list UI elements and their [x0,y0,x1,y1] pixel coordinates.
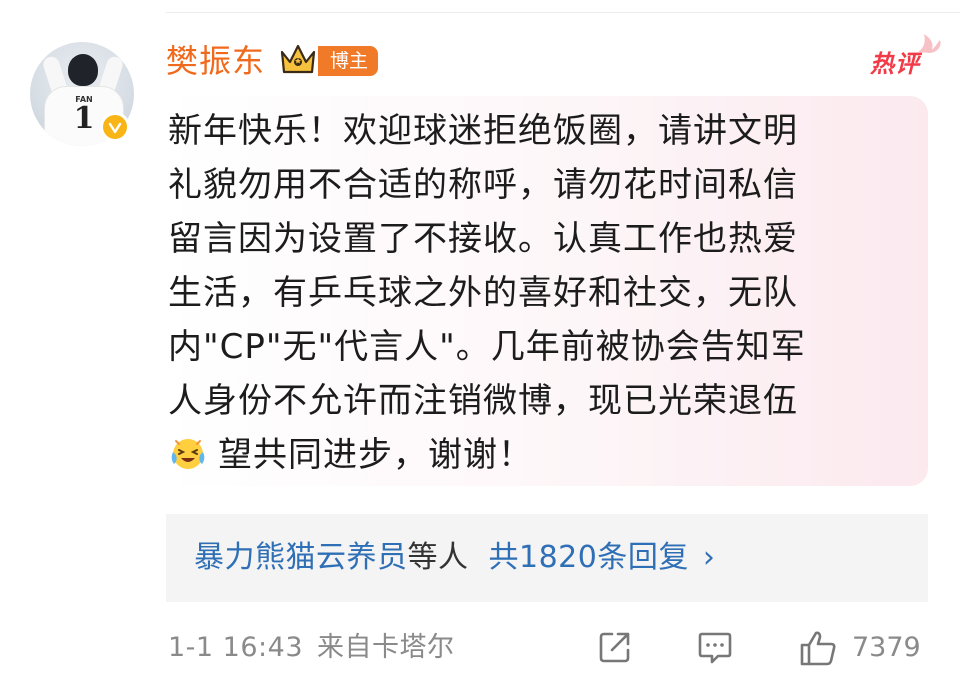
comment-line: 留言因为设置了不接收。认真工作也热爱 [168,219,798,259]
reply-count-link[interactable]: 共1820条回复 [489,540,689,575]
share-icon[interactable] [596,628,634,666]
host-badge: 博主 [318,46,379,76]
replies-preview[interactable]: 暴力熊猫云养员等人 共1820条回复 › [166,514,928,602]
laugh-cry-emoji-icon [168,433,208,473]
source-location: 来自卡塔尔 [317,632,455,663]
hot-comment-tag: 热评 [870,34,941,79]
like-count: 7379 [852,632,921,663]
comment-meta: 1-1 16:43 来自卡塔尔 [168,626,455,670]
comment-line: 内"CP"无"代言人"。几年前被协会告知军 [168,327,806,367]
flame-icon [918,34,941,53]
username[interactable]: 樊振东 [166,40,265,82]
top-divider [166,12,960,13]
timestamp: 1-1 16:43 [168,632,303,663]
comment-line: 礼貌勿用不合适的称呼，请勿花时间私信 [168,165,798,205]
chevron-right-icon: › [702,540,716,575]
comment-text: 新年快乐！欢迎球迷拒绝饭圈，请讲文明 礼貌勿用不合适的称呼，请勿花时间私信 留言… [168,104,920,482]
comment-line: 新年快乐！欢迎球迷拒绝饭圈，请讲文明 [168,111,798,151]
comment-line-last: 望共同进步，谢谢！ [168,428,920,482]
like-icon[interactable] [798,628,838,668]
comment-line: 生活，有乒乓球之外的喜好和社交，无队 [168,273,798,313]
comment-line: 人身份不允许而注销微博，现已光荣退伍 [168,381,798,421]
hot-comment-label: 热评 [870,50,920,78]
comment-icon[interactable] [696,628,734,666]
reply-users-link[interactable]: 暴力熊猫云养员 [194,540,408,575]
verified-badge-icon [100,112,130,142]
reply-users-suffix: 等人 [407,540,469,575]
